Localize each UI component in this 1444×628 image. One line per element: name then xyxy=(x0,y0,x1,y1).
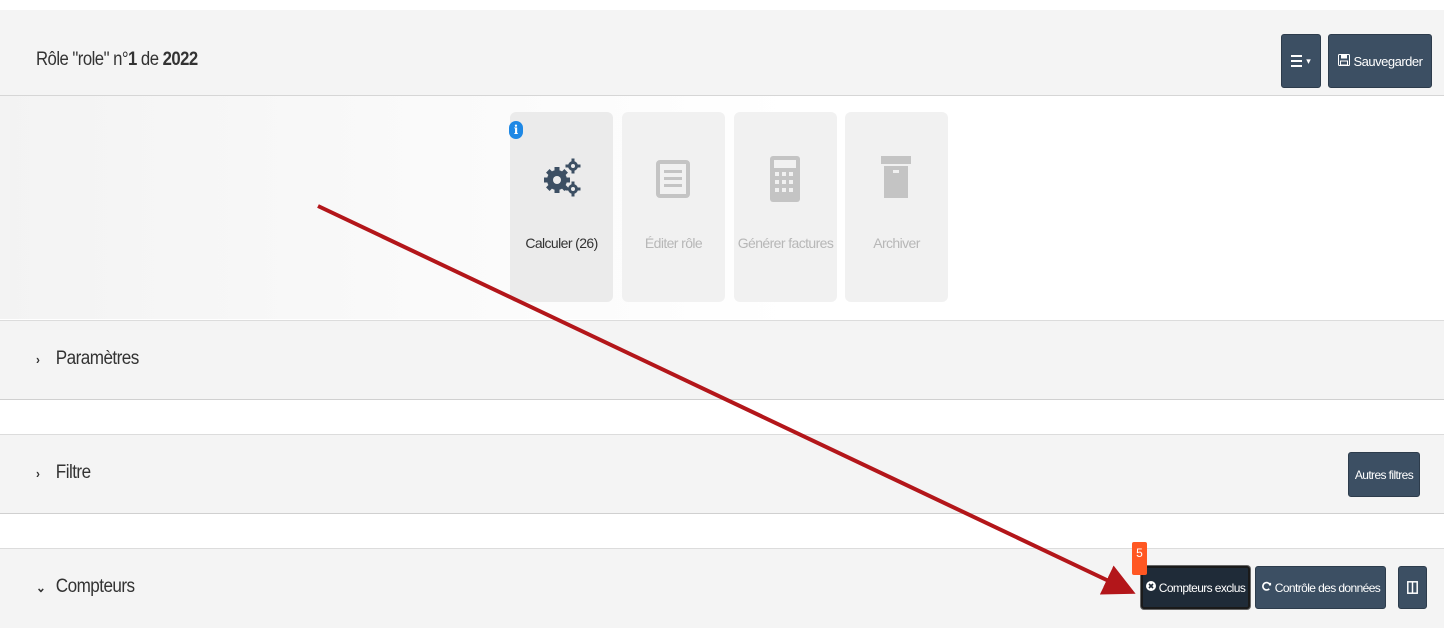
save-button-label: Sauvegarder xyxy=(1353,53,1423,69)
panel-compteurs-header[interactable]: ⌄ Compteurs xyxy=(36,576,135,598)
archive-icon xyxy=(881,156,911,198)
action-archiver[interactable]: Archiver xyxy=(845,112,948,302)
columns-icon xyxy=(1407,581,1418,594)
action-label: Éditer rôle xyxy=(644,235,703,251)
compteurs-exclus-button[interactable]: Compteurs exclus xyxy=(1141,566,1250,609)
action-calculer[interactable]: i Calculer (26) xyxy=(509,112,613,302)
hamburger-icon xyxy=(1291,55,1303,67)
action-label: Générer factures xyxy=(737,235,834,251)
autres-filtres-button[interactable]: Autres filtres xyxy=(1348,452,1420,497)
panel-title: Filtre xyxy=(55,462,91,483)
page-header xyxy=(0,10,1444,96)
button-label: Compteurs exclus xyxy=(1158,580,1246,595)
action-label: Calculer (26) xyxy=(525,235,598,251)
caret-down-icon: ▾ xyxy=(1306,55,1311,66)
floppy-disk-icon xyxy=(1337,53,1350,69)
controle-des-donnees-button[interactable]: Contrôle des données xyxy=(1255,566,1386,609)
refresh-icon xyxy=(1261,581,1272,595)
panel-filtre xyxy=(0,434,1444,514)
action-label: Archiver xyxy=(873,235,920,251)
button-label: Contrôle des données xyxy=(1274,580,1381,595)
panel-title: Paramètres xyxy=(55,348,140,369)
times-circle-icon xyxy=(1145,581,1156,594)
panel-parametres xyxy=(0,320,1444,400)
gears-icon xyxy=(544,158,581,197)
save-button[interactable]: Sauvegarder xyxy=(1328,34,1432,88)
panel-title: Compteurs xyxy=(55,576,135,597)
info-icon[interactable]: i xyxy=(509,121,523,139)
spacer xyxy=(0,400,1444,434)
page-title: Rôle "role" n°1 de 2022 xyxy=(36,49,198,70)
calculator-icon xyxy=(770,156,800,202)
columns-toggle-button[interactable] xyxy=(1398,566,1427,609)
chevron-down-icon: ⌄ xyxy=(36,580,46,595)
chevron-right-icon: › xyxy=(36,352,40,367)
panel-filtre-header[interactable]: › Filtre xyxy=(36,462,91,484)
panel-parametres-header[interactable]: › Paramètres xyxy=(36,348,139,370)
action-generer-factures[interactable]: Générer factures xyxy=(734,112,837,302)
count-badge: 5 xyxy=(1132,542,1147,575)
menu-dropdown-button[interactable]: ▾ xyxy=(1281,34,1321,88)
list-icon xyxy=(656,160,690,198)
chevron-right-icon: › xyxy=(36,466,40,481)
action-editer-role[interactable]: Éditer rôle xyxy=(622,112,725,302)
